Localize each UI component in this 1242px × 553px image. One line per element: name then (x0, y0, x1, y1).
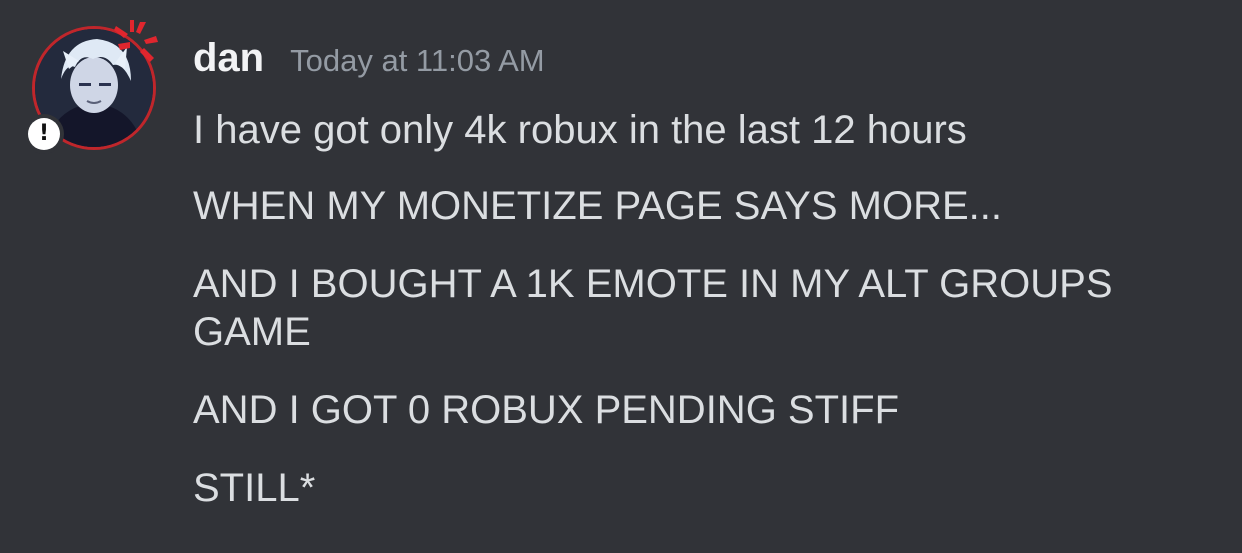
message-line: STILL* (193, 466, 316, 510)
chat-message: ! dan Today at 11:03 AM I have got only … (0, 0, 1242, 553)
exclamation-icon: ! (24, 114, 64, 154)
anger-symbol-icon (114, 20, 158, 62)
message-line: WHEN MY MONETIZE PAGE SAYS MORE... (193, 184, 1002, 228)
message-header: dan Today at 11:03 AM (193, 36, 545, 86)
message-content: I have got only 4k robux in the last 12 … (193, 106, 1223, 542)
message-timestamp[interactable]: Today at 11:03 AM (290, 43, 544, 79)
message-line: AND I GOT 0 ROBUX PENDING STIFF (193, 388, 900, 432)
avatar-container[interactable]: ! (24, 18, 164, 158)
username[interactable]: dan (193, 36, 264, 81)
message-line: I have got only 4k robux in the last 12 … (193, 108, 967, 152)
message-line: AND I BOUGHT A 1K EMOTE IN MY ALT GROUPS… (193, 262, 1113, 354)
status-glyph: ! (28, 118, 60, 150)
